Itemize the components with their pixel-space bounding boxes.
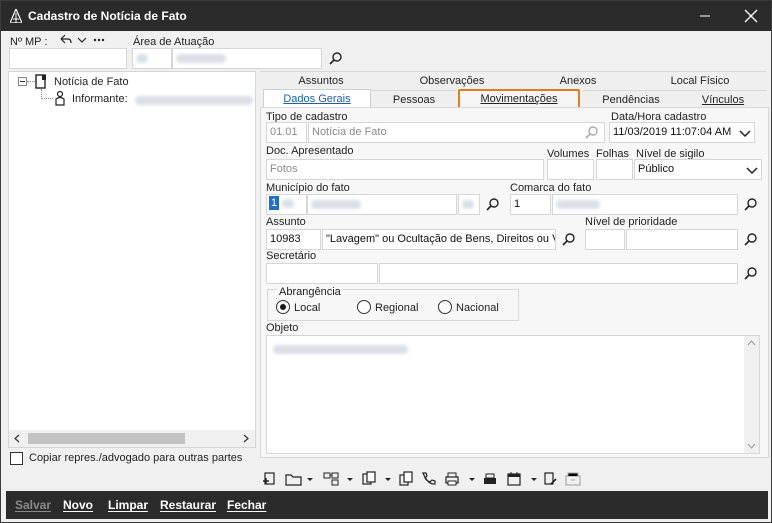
printer-icon[interactable] xyxy=(482,471,498,487)
datahora-picker[interactable]: 11/03/2019 11:07:04 AM xyxy=(609,122,755,143)
assunto-name-field[interactable]: "Lavagem" ou Ocultação de Bens, Direitos… xyxy=(322,229,556,250)
restaurar-button[interactable]: Restaurar xyxy=(160,498,216,512)
radio-nacional[interactable] xyxy=(438,300,452,314)
chevron-down-icon[interactable] xyxy=(73,31,91,49)
secretario-label: Secretário xyxy=(266,250,317,262)
minimize-icon xyxy=(700,15,710,17)
search-icon[interactable] xyxy=(560,231,578,249)
salvar-button[interactable]: Salvar xyxy=(15,498,51,512)
radio-local-label: Local xyxy=(294,302,321,314)
add-record-icon[interactable] xyxy=(260,471,278,487)
tab-pessoas[interactable]: Pessoas xyxy=(371,90,457,108)
search-icon[interactable] xyxy=(742,231,760,249)
search-icon[interactable] xyxy=(742,265,760,283)
nmp-field[interactable] xyxy=(9,48,127,69)
tab-local-fisico[interactable]: Local Físico xyxy=(634,71,766,89)
comarca-name-field[interactable] xyxy=(552,194,738,215)
objeto-label: Objeto xyxy=(266,322,299,334)
volumes-field[interactable] xyxy=(547,159,594,180)
folder-icon[interactable] xyxy=(284,471,314,487)
area-name-field[interactable] xyxy=(172,48,322,69)
more-icon[interactable] xyxy=(90,31,108,49)
doc-apresentado-field[interactable]: Fotos xyxy=(266,159,544,180)
limpar-button[interactable]: Limpar xyxy=(108,498,148,512)
phone-icon[interactable] xyxy=(420,471,436,487)
radio-local[interactable] xyxy=(276,300,290,314)
window-title: Cadastro de Notícia de Fato xyxy=(28,9,187,23)
print-icon[interactable] xyxy=(444,471,476,487)
search-icon[interactable] xyxy=(742,196,760,214)
chevron-down-icon[interactable] xyxy=(743,161,761,179)
doc-apresentado-label: Doc. Apresentado xyxy=(266,145,354,157)
calendar-icon[interactable] xyxy=(506,471,538,487)
prioridade-code-field[interactable] xyxy=(585,229,625,250)
scroll-left-icon[interactable] xyxy=(12,433,22,444)
chevron-down-icon[interactable] xyxy=(736,124,754,142)
radio-regional-label: Regional xyxy=(375,302,419,314)
tree-child-label[interactable]: Informante: xyxy=(72,93,128,105)
tab-pendencias[interactable]: Pendências xyxy=(583,90,679,108)
documents-icon[interactable] xyxy=(360,471,392,487)
search-icon[interactable] xyxy=(484,196,502,214)
action-bar: Salvar Novo Limpar Restaurar Fechar xyxy=(6,491,768,519)
archive-icon xyxy=(565,472,581,486)
hierarchy-icon[interactable] xyxy=(322,471,354,487)
folhas-field[interactable] xyxy=(596,159,633,180)
scroll-up-icon[interactable] xyxy=(747,339,756,347)
copy-checkbox-label: Copiar repres./advogado para outras part… xyxy=(29,452,243,464)
area-atuacao-label: Área de Atuação xyxy=(133,36,215,48)
search-icon[interactable] xyxy=(327,50,345,68)
close-icon xyxy=(744,9,758,23)
tab-vinculos[interactable]: Vínculos xyxy=(679,90,767,108)
fechar-button[interactable]: Fechar xyxy=(227,498,266,512)
copy-checkbox[interactable] xyxy=(10,452,23,465)
tipo-code-field[interactable]: 01.01 xyxy=(266,122,307,143)
secretario-code-field[interactable] xyxy=(266,263,378,284)
nmp-label: Nº MP : xyxy=(10,36,48,48)
app-logo-icon xyxy=(10,9,22,23)
main-window: Cadastro de Notícia de Fato Nº MP : Área… xyxy=(0,0,772,523)
minimize-button[interactable] xyxy=(691,5,719,27)
municipio-uf-field[interactable] xyxy=(458,194,480,215)
area-code-field[interactable] xyxy=(132,48,172,69)
tab-dados-gerais[interactable]: Dados Gerais xyxy=(263,89,371,108)
objeto-vscrollbar[interactable] xyxy=(744,336,759,453)
tab-assuntos[interactable]: Assuntos xyxy=(260,71,382,89)
novo-button[interactable]: Novo xyxy=(63,498,93,512)
search-icon[interactable] xyxy=(583,124,601,142)
scroll-right-icon[interactable] xyxy=(241,433,251,444)
undo-icon[interactable] xyxy=(56,31,74,49)
municipio-label: Município do fato xyxy=(266,182,350,194)
tree-scroll-thumb[interactable] xyxy=(28,433,185,444)
prioridade-name-field[interactable] xyxy=(626,229,738,250)
person-icon xyxy=(55,90,65,106)
municipio-code-field[interactable]: 1 xyxy=(266,194,307,215)
document-icon xyxy=(35,74,46,89)
radio-nacional-label: Nacional xyxy=(456,302,499,314)
tab-anexos[interactable]: Anexos xyxy=(522,71,634,89)
tab-movimentacoes[interactable]: Movimentações xyxy=(458,89,580,109)
tree-root-label[interactable]: Notícia de Fato xyxy=(54,76,129,88)
document-edit-icon[interactable] xyxy=(542,471,558,487)
tree-panel: Notícia de Fato Informante: xyxy=(8,71,256,448)
tab-observacoes[interactable]: Observações xyxy=(382,71,522,89)
tipo-name-field[interactable]: Notícia de Fato xyxy=(308,122,605,143)
abrangencia-label: Abrangência xyxy=(277,286,343,298)
assunto-label: Assunto xyxy=(266,216,306,228)
scroll-down-icon[interactable] xyxy=(747,442,756,450)
tree-collapse-toggle[interactable] xyxy=(18,77,27,86)
assunto-code-field[interactable]: 10983 xyxy=(266,229,321,250)
objeto-textarea[interactable] xyxy=(266,335,760,454)
copy-icon[interactable] xyxy=(398,471,414,487)
prioridade-label: Nível de prioridade xyxy=(585,216,678,228)
radio-regional[interactable] xyxy=(357,300,371,314)
tree-hscrollbar[interactable] xyxy=(9,430,255,447)
title-bar: Cadastro de Notícia de Fato xyxy=(1,1,771,31)
comarca-label: Comarca do fato xyxy=(510,182,592,194)
secretario-name-field[interactable] xyxy=(379,263,738,284)
municipio-name-field[interactable] xyxy=(307,194,457,215)
comarca-code-field[interactable]: 1 xyxy=(510,194,551,215)
close-button[interactable] xyxy=(737,5,765,27)
